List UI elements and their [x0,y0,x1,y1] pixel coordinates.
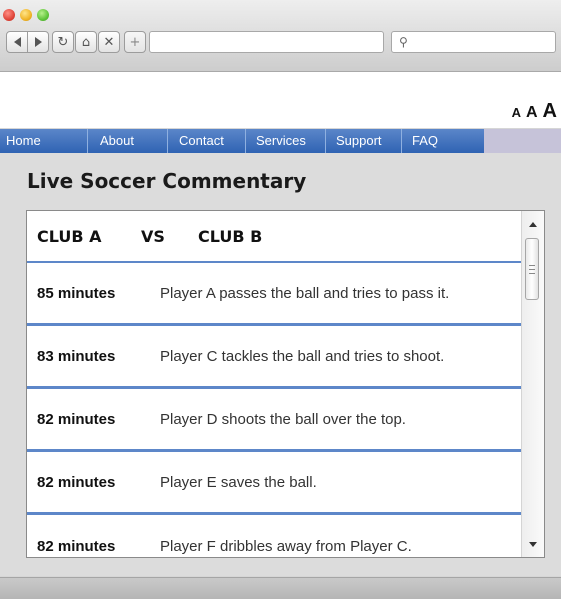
reload-icon: ↻ [57,34,69,50]
page-title: Live Soccer Commentary [27,169,307,193]
nav-item-about[interactable]: About [88,129,168,153]
back-button[interactable] [6,31,28,53]
nav-item-faq[interactable]: FAQ [402,129,484,153]
nav-item-home[interactable]: Home [0,129,88,153]
club-b-name: CLUB B [198,226,263,246]
main-nav: Home About Contact Services Support FAQ [0,129,484,153]
search-icon: ⚲ [399,35,408,49]
commentary-entry: 83 minutes Player C tackles the ball and… [27,326,522,389]
entry-text: Player C tackles the ball and tries to s… [160,347,445,365]
entry-time: 82 minutes [37,473,116,491]
scroll-down-button[interactable] [522,535,544,553]
menu-bar: Home About Contact Services Support FAQ [0,129,561,153]
page-header [0,72,561,128]
new-tab-button[interactable]: + [124,31,146,53]
entry-time: 82 minutes [37,538,116,555]
match-header: CLUB A VS CLUB B [27,211,544,263]
vertical-scrollbar[interactable] [521,211,544,557]
reload-button[interactable]: ↻ [52,31,74,53]
club-a-name: CLUB A [37,226,102,246]
font-size-large-button[interactable]: A [543,100,557,123]
nav-item-contact[interactable]: Contact [168,129,246,153]
commentary-feed: CLUB A VS CLUB B 85 minutes Player A pas… [26,210,545,558]
entry-text: Player E saves the ball. [160,473,317,491]
zoom-window-button[interactable] [37,9,49,21]
arrow-up-icon [529,221,537,227]
plus-icon: + [129,34,141,50]
commentary-entry: 82 minutes Player E saves the ball. [27,452,522,515]
grip-icon [529,264,535,274]
entry-text: Player F dribbles away from Player C. [160,538,412,555]
entry-time: 85 minutes [37,284,116,302]
commentary-entry: 85 minutes Player A passes the ball and … [27,263,522,326]
entry-time: 82 minutes [37,410,116,428]
minimize-window-button[interactable] [20,9,32,21]
stop-button[interactable]: ✕ [98,31,120,53]
home-button[interactable]: ⌂ [75,31,97,53]
scroll-thumb[interactable] [525,238,539,300]
close-window-button[interactable] [3,9,15,21]
home-icon: ⌂ [81,34,91,50]
forward-arrow-icon [34,37,42,47]
entry-text: Player D shoots the ball over the top. [160,410,406,428]
search-input[interactable]: ⚲ [391,31,556,53]
nav-item-services[interactable]: Services [246,129,326,153]
arrow-down-icon [529,541,537,547]
nav-item-support[interactable]: Support [326,129,402,153]
entry-text: Player A passes the ball and tries to pa… [160,284,450,302]
back-arrow-icon [13,37,21,47]
commentary-entry: 82 minutes Player F dribbles away from P… [27,515,522,557]
entry-time: 83 minutes [37,347,116,365]
close-icon: ✕ [103,34,115,50]
font-size-small-button[interactable]: A [512,105,521,120]
browser-toolbar: ↻ ⌂ ✕ + ⚲ [0,0,561,72]
font-size-medium-button[interactable]: A [526,104,538,122]
scroll-up-button[interactable] [522,215,544,233]
status-bar [0,577,561,599]
font-size-controls: A A A [512,100,557,123]
versus-label: VS [141,226,165,246]
address-bar[interactable] [149,31,384,53]
forward-button[interactable] [27,31,49,53]
commentary-entry: 82 minutes Player D shoots the ball over… [27,389,522,452]
